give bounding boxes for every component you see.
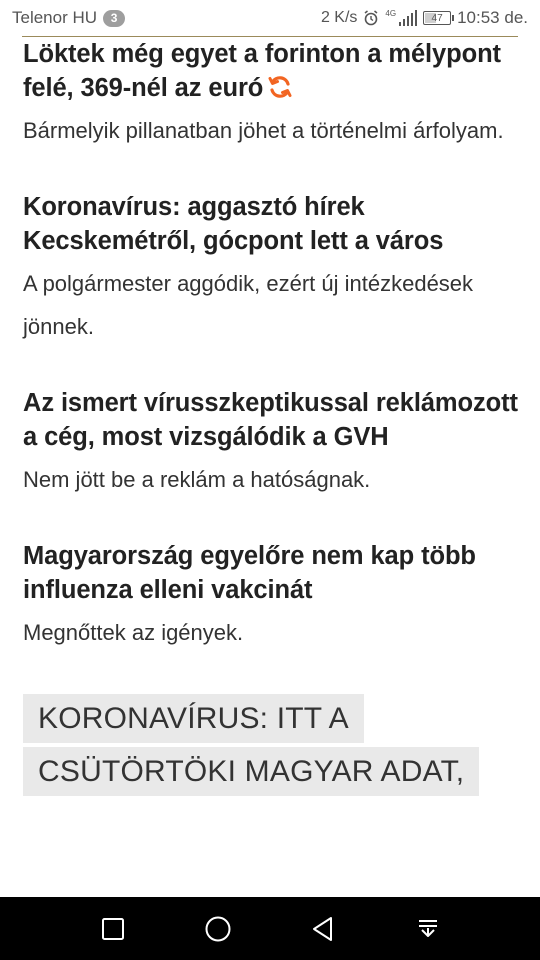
article-item[interactable]: Az ismert vírusszkeptikussal reklámozott… [23, 386, 523, 501]
article-headline[interactable]: Koronavírus: aggasztó hírek Kecskemétről… [23, 190, 523, 258]
navigation-bar [0, 897, 540, 960]
article-headline[interactable]: Magyarország egyelőre nem kap több influ… [23, 539, 523, 607]
back-icon [312, 916, 332, 941]
status-right: 2 K/s 4G 47 10:53 de. [321, 8, 528, 28]
notification-pull-icon [418, 919, 437, 937]
news-feed: Löktek még egyet a forinton a mélypont f… [23, 36, 523, 798]
article-item[interactable]: Koronavírus: aggasztó hírek Kecskemétről… [23, 190, 523, 348]
refresh-icon [268, 76, 292, 98]
article-item[interactable]: Löktek még egyet a forinton a mélypont f… [23, 37, 523, 152]
status-left: Telenor HU 3 [12, 8, 126, 28]
article-headline[interactable]: Az ismert vírusszkeptikussal reklámozott… [23, 386, 523, 454]
home-button[interactable] [198, 909, 238, 949]
status-bar: Telenor HU 3 2 K/s 4G 47 10:53 de. [0, 0, 540, 36]
article-lead: Megnőttek az igények. [23, 620, 244, 645]
signal-icon: 4G [385, 9, 418, 26]
network-type-label: 4G [385, 9, 397, 18]
article-lead: Bármelyik pillanatban jöhet a történelmi… [23, 118, 504, 143]
battery-level: 47 [431, 12, 443, 24]
network-speed: 2 K/s [320, 9, 358, 26]
article-headline[interactable]: Löktek még egyet a forinton a mélypont f… [23, 37, 523, 105]
notification-count-badge: 3 [103, 9, 126, 27]
article-lead: Nem jött be a reklám a hatóságnak. [23, 467, 371, 492]
live-tag-text[interactable]: Koronavírus: itt a csütörtöki magyar ada… [23, 694, 480, 796]
clock: 10:53 de. [457, 8, 528, 27]
home-icon [205, 916, 230, 941]
live-tag-block[interactable]: Koronavírus: itt a csütörtöki magyar ada… [23, 692, 493, 798]
article-lead: A polgármester aggódik, ezért új intézke… [23, 271, 474, 339]
alarm-icon [364, 10, 378, 26]
recent-apps-button[interactable] [93, 909, 133, 949]
carrier-name: Telenor HU [12, 8, 98, 27]
recent-apps-icon [101, 917, 124, 940]
battery-icon: 47 [423, 11, 455, 25]
back-button[interactable] [303, 909, 343, 949]
notification-pull-button[interactable] [408, 909, 448, 949]
article-item[interactable]: Magyarország egyelőre nem kap több influ… [23, 539, 523, 654]
